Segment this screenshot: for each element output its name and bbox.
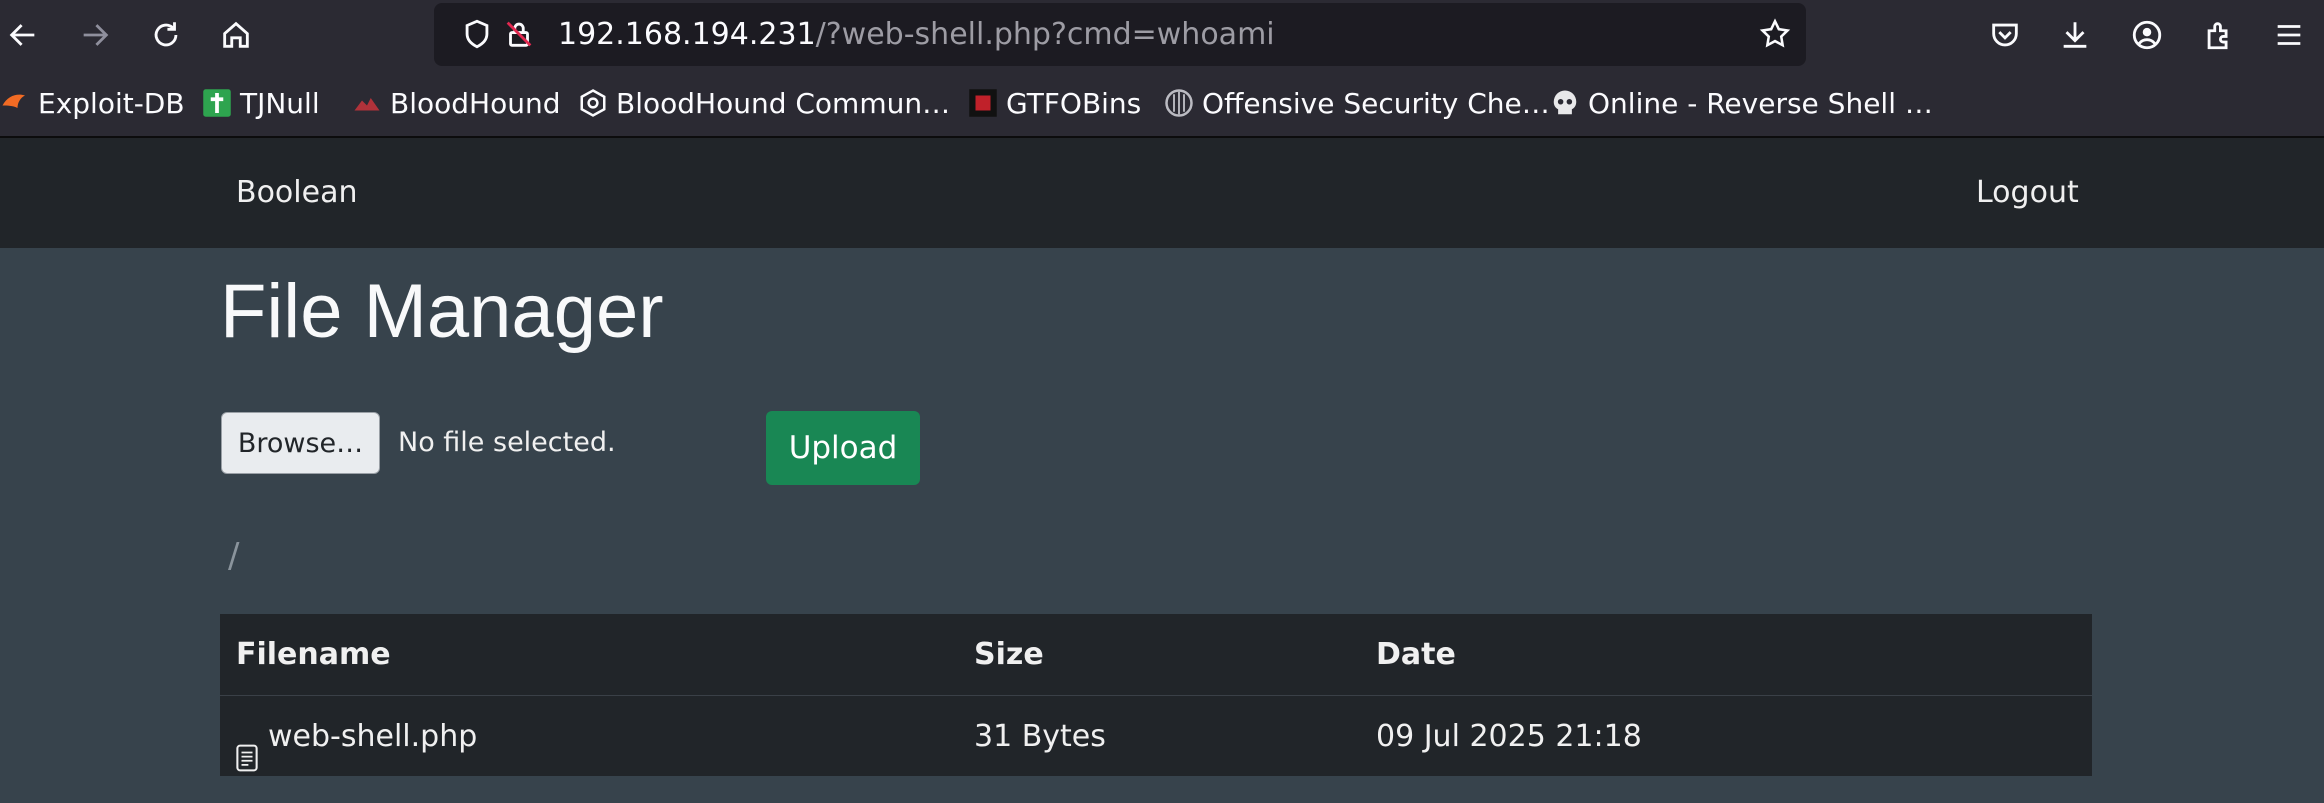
forward-icon[interactable] [72, 12, 118, 58]
bookmark-label: Online - Reverse Shell … [1588, 86, 1933, 120]
extensions-icon[interactable] [2196, 12, 2242, 58]
bookmark-label: GTFOBins [1006, 86, 1142, 120]
url-path: /?web-shell.php?cmd=whoami [815, 17, 1275, 52]
upload-button[interactable]: Upload [766, 411, 920, 485]
bookmark-tjnull[interactable]: TJNull [202, 70, 320, 136]
url-text[interactable]: 192.168.194.231/?web-shell.php?cmd=whoam… [558, 3, 1275, 66]
bookmark-gtfobins[interactable]: GTFOBins [968, 70, 1141, 136]
bookmarks-bar: Exploit-DB TJNull BloodHound BloodHound … [0, 70, 2324, 138]
file-icon [236, 722, 258, 771]
tjnull-icon [202, 88, 232, 118]
bookmark-star-icon[interactable] [1752, 11, 1798, 57]
bookmark-bloodhound[interactable]: BloodHound [352, 70, 560, 136]
back-icon[interactable] [0, 12, 46, 58]
skull-icon [1550, 88, 1580, 118]
insecure-lock-icon[interactable] [496, 11, 542, 57]
bookmark-label: TJNull [240, 86, 320, 120]
hexagon-icon [578, 88, 608, 118]
bloodhound-icon [352, 88, 382, 118]
account-icon[interactable] [2124, 12, 2170, 58]
address-bar[interactable]: 192.168.194.231/?web-shell.php?cmd=whoam… [434, 3, 1806, 66]
breadcrumb[interactable]: / [228, 536, 239, 576]
browser-toolbar: 192.168.194.231/?web-shell.php?cmd=whoam… [0, 0, 2324, 70]
url-host: 192.168.194.231 [558, 17, 816, 52]
reload-icon[interactable] [143, 12, 189, 58]
bookmark-bloodhound-community[interactable]: BloodHound Commun… [578, 70, 950, 136]
bookmark-offensive-security[interactable]: Offensive Security Che… [1164, 70, 1550, 136]
bookmark-label: BloodHound Commun… [616, 86, 951, 120]
bookmark-reverse-shell[interactable]: Online - Reverse Shell … [1550, 70, 1933, 136]
download-icon[interactable] [2052, 12, 2098, 58]
column-header-size: Size [974, 637, 1044, 672]
gtfobins-icon [968, 88, 998, 118]
navbar-brand[interactable]: Boolean [236, 138, 357, 248]
bookmark-label: BloodHound [390, 86, 561, 120]
exploit-db-icon [0, 88, 30, 118]
filename-cell[interactable]: web-shell.php [236, 696, 477, 777]
table-row: web-shell.php 31 Bytes 09 Jul 2025 21:18 [220, 696, 2092, 776]
date-cell: 09 Jul 2025 21:18 [1376, 719, 1642, 754]
logout-link[interactable]: Logout [1976, 138, 2079, 248]
table-header-row: Filename Size Date [220, 614, 2092, 696]
offsec-icon [1164, 88, 1194, 118]
column-header-filename: Filename [236, 637, 391, 672]
bookmark-label: Offensive Security Che… [1202, 86, 1550, 120]
column-header-date: Date [1376, 637, 1456, 672]
browse-button[interactable]: Browse… [221, 412, 380, 474]
page-title: File Manager [220, 269, 664, 354]
site-navbar: Boolean Logout [0, 138, 2324, 248]
shield-icon[interactable] [454, 11, 500, 57]
size-cell: 31 Bytes [974, 719, 1106, 754]
file-status-text: No file selected. [398, 427, 616, 458]
bookmark-exploit-db[interactable]: Exploit-DB [0, 70, 185, 136]
filename-text[interactable]: web-shell.php [268, 719, 477, 754]
bookmark-label: Exploit-DB [38, 86, 185, 120]
menu-icon[interactable] [2266, 12, 2312, 58]
pocket-icon[interactable] [1982, 12, 2028, 58]
file-table: Filename Size Date web-shell.php 31 Byte… [220, 614, 2092, 776]
home-icon[interactable] [213, 12, 259, 58]
